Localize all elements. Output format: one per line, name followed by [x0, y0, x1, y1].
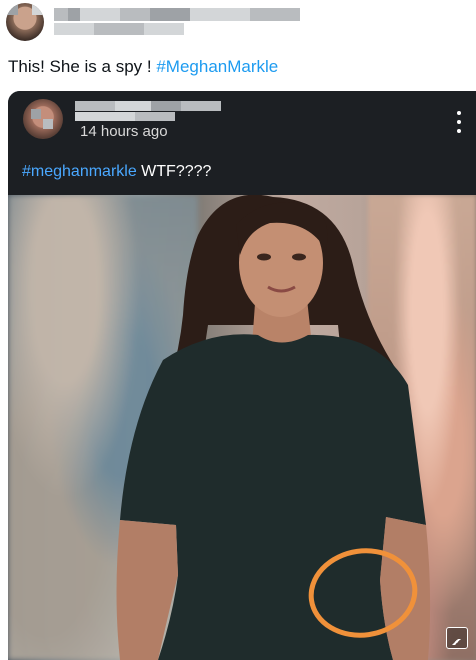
image-icon[interactable] — [446, 627, 468, 649]
author-name-blurred[interactable] — [54, 8, 300, 38]
quoted-post-card[interactable]: 14 hours ago #meghanmarkle WTF???? — [8, 91, 476, 660]
quoted-avatar[interactable] — [23, 99, 63, 139]
quoted-post-header: 14 hours ago #meghanmarkle WTF???? — [8, 91, 476, 195]
post-timestamp: 14 hours ago — [80, 123, 168, 140]
quoted-hashtag-link[interactable]: #meghanmarkle — [22, 163, 137, 180]
tweet-header — [0, 0, 476, 52]
quoted-author-name-blurred[interactable] — [75, 101, 221, 123]
post-photo[interactable] — [8, 195, 476, 660]
tweet-text: This! She is a spy ! #MeghanMarkle — [8, 57, 278, 77]
avatar[interactable] — [6, 3, 44, 41]
subject-illustration — [116, 195, 431, 660]
hashtag-link[interactable]: #MeghanMarkle — [156, 57, 278, 76]
tweet-text-body: This! She is a spy ! — [8, 57, 157, 76]
more-vertical-icon[interactable] — [452, 111, 466, 133]
quoted-text-body: WTF???? — [136, 163, 212, 180]
quoted-post-text: #meghanmarkle WTF???? — [22, 163, 211, 181]
